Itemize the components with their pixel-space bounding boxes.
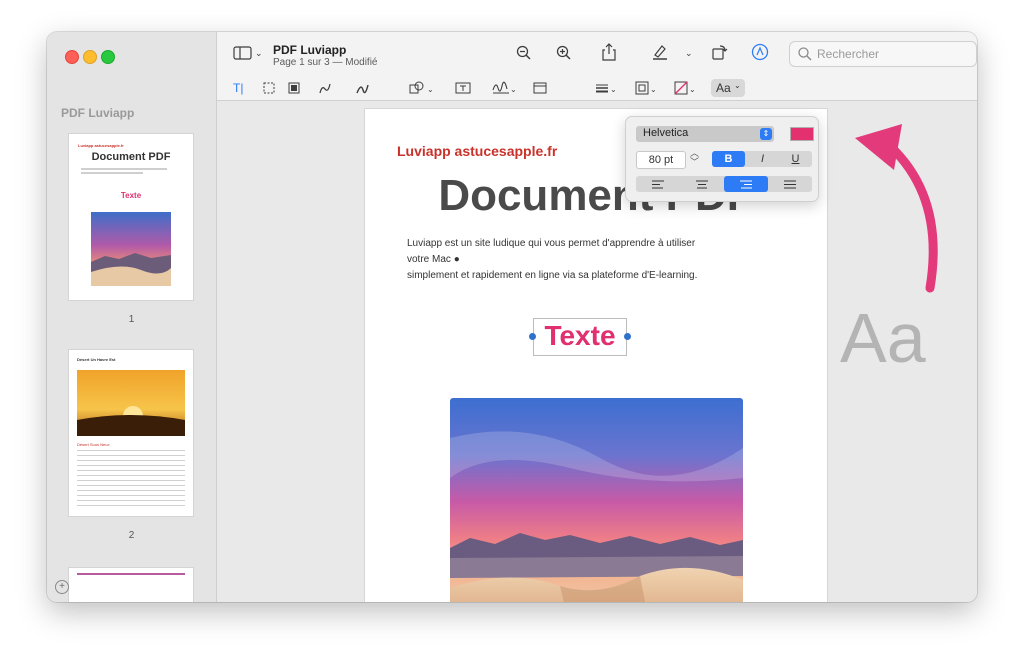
text-selection-icon[interactable]: T|: [233, 80, 243, 96]
zoom-out-icon[interactable]: [516, 45, 532, 61]
rectangular-selection-icon[interactable]: [263, 82, 275, 94]
align-left-button[interactable]: [636, 176, 680, 192]
note-icon[interactable]: [533, 82, 547, 94]
thumb-2-title: Désert Un Havre Est: [77, 357, 116, 362]
shapes-menu-chevron-icon[interactable]: ⌄: [427, 82, 434, 98]
paragraph-line-2: simplement et rapidement en ligne via sa…: [407, 270, 698, 281]
shapes-icon[interactable]: [409, 81, 425, 95]
add-page-button[interactable]: +: [55, 580, 69, 594]
text-annotation-box[interactable]: Texte: [529, 318, 631, 356]
font-size-field[interactable]: 80 pt: [636, 151, 686, 169]
paragraph-line-1: Luviapp est un site ludique qui vous per…: [407, 238, 696, 265]
resize-handle-right[interactable]: [624, 333, 631, 340]
instant-alpha-icon[interactable]: [288, 82, 300, 94]
thumb-2-text-block: [77, 450, 185, 506]
signature-menu-chevron-icon[interactable]: ⌄: [510, 82, 517, 98]
text-style-chevron-icon: ⌄: [734, 81, 741, 90]
signature-icon[interactable]: [492, 80, 510, 94]
underline-button[interactable]: U: [779, 151, 812, 167]
border-color-icon[interactable]: [635, 81, 649, 95]
share-icon[interactable]: [601, 43, 617, 61]
thumb-1-text: Texte: [120, 191, 142, 200]
close-window-button[interactable]: [65, 50, 79, 64]
thumb-1-photo: [91, 212, 171, 286]
rotate-icon[interactable]: [711, 43, 729, 61]
border-color-chevron-icon[interactable]: ⌄: [650, 82, 657, 98]
document-paragraph: Luviapp est un site ludique qui vous per…: [407, 236, 707, 284]
text-style-label: Aa: [716, 81, 731, 95]
page-thumbnail-2[interactable]: Désert Un Havre Est Désert Sous Neux: [69, 350, 193, 516]
preview-window: PDF Luviapp Luviapp astucesapple.fr Docu…: [47, 32, 977, 602]
apple-logo-icon: ●: [453, 254, 460, 265]
font-family-value: Helvetica: [643, 127, 689, 139]
alignment-segmented-control: [636, 176, 812, 192]
bold-button[interactable]: B: [712, 151, 745, 167]
thumb-1-brand: Luviapp astucesapple.fr: [78, 143, 124, 148]
desert-photo: [450, 398, 743, 602]
text-style-callout-label: Aa: [840, 299, 926, 377]
page-thumbnail-3[interactable]: [69, 568, 193, 602]
document-brand: Luviapp astucesapple.fr: [397, 143, 558, 159]
markup-icon[interactable]: [751, 43, 769, 61]
search-field[interactable]: Rechercher: [789, 41, 977, 67]
font-format-popover: Helvetica ⇕ 80 pt ︿ ﹀ B I U: [625, 116, 819, 202]
toolbar: ⌄ PDF Luviapp Page 1 sur 3 — Modifié ⌄ R…: [217, 32, 977, 101]
page-thumbnail-1[interactable]: Luviapp astucesapple.fr Document PDF Tex…: [69, 134, 193, 300]
resize-handle-left[interactable]: [529, 333, 536, 340]
align-right-button[interactable]: [724, 176, 768, 192]
italic-button[interactable]: I: [746, 151, 779, 167]
font-size-stepper-icon[interactable]: ︿ ﹀: [690, 149, 699, 167]
callout-arrow-icon: [855, 124, 938, 293]
zoom-window-button[interactable]: [101, 50, 115, 64]
thumb-2-photo: [77, 370, 185, 436]
text-color-swatch[interactable]: [790, 127, 814, 141]
search-icon: [798, 47, 812, 61]
line-style-icon[interactable]: [595, 83, 609, 93]
sidebar-toggle-icon[interactable]: [233, 46, 253, 60]
thumb-2-subtitle: Désert Sous Neux: [77, 442, 110, 447]
sidebar-menu-chevron-icon[interactable]: ⌄: [255, 45, 263, 61]
text-box-icon[interactable]: [455, 82, 471, 94]
search-placeholder: Rechercher: [817, 47, 880, 61]
highlight-pen-icon[interactable]: [651, 44, 669, 60]
sidebar: PDF Luviapp Luviapp astucesapple.fr Docu…: [47, 32, 217, 602]
page-number-1: 1: [128, 314, 135, 325]
font-family-select[interactable]: Helvetica ⇕: [636, 126, 774, 142]
thumb-1-text-line: [81, 168, 167, 170]
text-annotation: Texte: [544, 320, 616, 351]
align-justify-button[interactable]: [768, 176, 812, 192]
page-number-2: 2: [128, 530, 135, 541]
text-style-button[interactable]: Aa ⌄: [711, 79, 745, 97]
align-center-button[interactable]: [680, 176, 724, 192]
fill-color-icon[interactable]: [674, 81, 688, 95]
fill-color-chevron-icon[interactable]: ⌄: [689, 82, 696, 98]
zoom-in-icon[interactable]: [556, 45, 572, 61]
thumb-3-photo-edge: [77, 573, 185, 575]
document-title: PDF Luviapp: [273, 43, 347, 57]
font-select-chevron-icon: ⇕: [760, 128, 772, 140]
minimize-window-button[interactable]: [83, 50, 97, 64]
document-subtitle: Page 1 sur 3 — Modifié: [273, 57, 378, 68]
sketch-icon[interactable]: [318, 81, 332, 95]
line-style-chevron-icon[interactable]: ⌄: [610, 82, 617, 98]
draw-icon[interactable]: [355, 81, 369, 95]
sidebar-title: PDF Luviapp: [61, 106, 135, 120]
highlight-menu-chevron-icon[interactable]: ⌄: [685, 45, 693, 61]
thumb-1-title: Document PDF: [91, 151, 171, 163]
thumb-1-text-line: [81, 172, 143, 174]
font-style-segmented-control: B I U: [712, 151, 812, 167]
